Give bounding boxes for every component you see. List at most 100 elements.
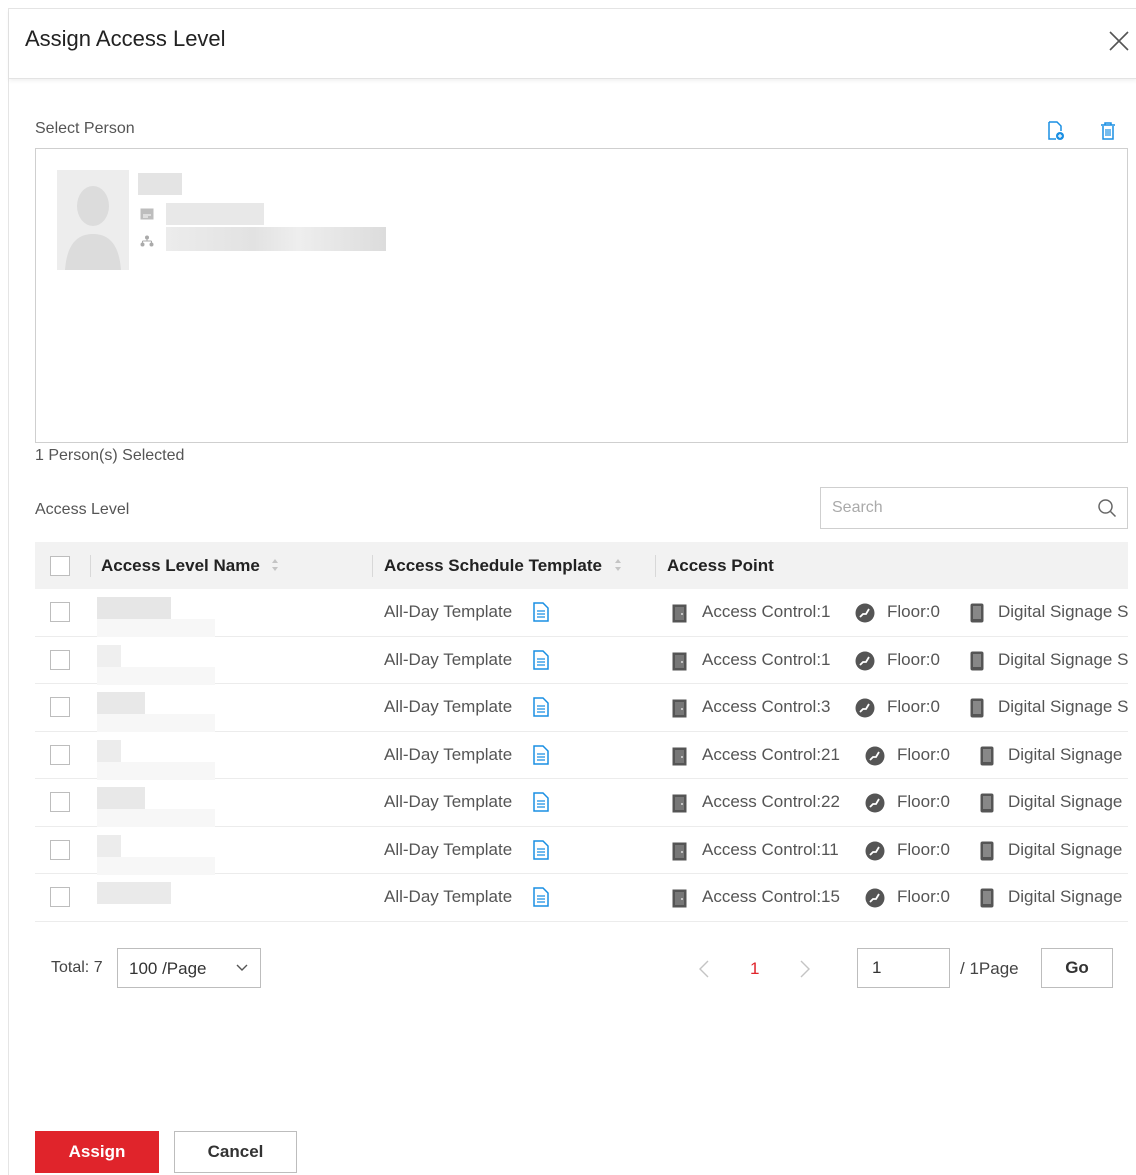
table-row[interactable]: All-Day Template Access Control:1 Floor:0 D… [35,589,1128,637]
page-size-select[interactable]: 100 /Page [117,948,261,988]
table-row[interactable]: All-Day Template Access Control:11 Floor:0… [35,827,1128,875]
table-row[interactable]: All-Day Template Access Control:21 Floor:0… [35,732,1128,780]
floor-icon [865,793,885,813]
access-control-device-icon [672,652,687,670]
digital-signage-icon [970,651,984,670]
row-checkbox[interactable] [50,697,70,717]
template-details-icon[interactable] [532,697,550,717]
search-input[interactable] [821,488,1081,528]
table-row[interactable]: All-Day Template Access Control:1 Floor:0 D… [35,637,1128,685]
floor-text: Floor:0 [897,839,950,859]
access-level-name-redacted [97,787,145,809]
schedule-template-text: All-Day Template [384,602,513,621]
floor-text: Floor:0 [887,649,940,669]
floor-icon [855,603,875,623]
selected-person-panel [35,148,1128,443]
row-checkbox[interactable] [50,839,70,860]
access-control-device-icon [672,842,687,860]
digital-signage-text: Digital Signage S [998,649,1128,669]
access-control-text: Access Control:1 [702,649,831,669]
digital-signage-text: Digital Signage [1008,792,1123,811]
page-count: / 1Page [960,959,1019,978]
select-all-checkbox[interactable] [50,556,70,576]
id-card-icon [140,208,154,220]
row-checkbox[interactable] [50,792,70,812]
sort-icon[interactable] [614,558,622,572]
digital-signage-text: Digital Signage S [998,602,1128,621]
template-details-icon[interactable] [532,744,550,765]
template-details-icon[interactable] [532,649,550,670]
row-checkbox[interactable] [50,744,70,765]
digital-signage-icon [980,746,994,765]
row-checkbox[interactable] [50,649,70,670]
next-page-icon[interactable] [799,960,811,978]
page-size-value: 100 /Page [129,959,207,978]
person-name-redacted [138,173,182,195]
search-icon[interactable] [1097,498,1117,518]
go-button[interactable]: Go [1041,948,1113,988]
person-silhouette-icon [65,186,121,270]
template-details-icon[interactable] [532,839,550,860]
access-level-name-redacted [97,597,171,619]
selected-count: 1 Person(s) Selected [35,447,185,464]
access-control-device-icon [672,604,687,623]
schedule-template-text: All-Day Template [384,792,513,811]
dialog-header: Assign Access Level [9,9,1136,79]
column-divider [372,555,373,577]
select-person-label: Select Person [35,120,135,137]
floor-text: Floor:0 [897,792,950,811]
schedule-template-text: All-Day Template [384,839,513,859]
current-page[interactable]: 1 [750,959,759,979]
template-details-icon[interactable] [532,887,550,907]
column-header-access-schedule-template[interactable]: Access Schedule Template [384,556,602,576]
template-details-icon[interactable] [532,602,550,622]
access-level-name-redacted [97,856,215,875]
close-icon[interactable] [1107,29,1131,53]
digital-signage-text: Digital Signage [1008,839,1123,859]
pagination-total: Total: 7 [51,959,103,976]
access-level-name-redacted [97,834,121,857]
digital-signage-text: Digital Signage [1008,887,1123,906]
access-level-name-redacted [97,692,145,714]
template-details-icon[interactable] [532,792,550,812]
page-jump-field[interactable] [857,948,950,988]
table-header: Access Level Name Access Schedule Templa… [35,542,1128,589]
access-level-name-redacted [97,666,215,685]
digital-signage-text: Digital Signage S [998,697,1128,716]
access-level-name-redacted [97,644,121,667]
avatar [57,170,129,270]
column-divider [90,555,91,577]
floor-text: Floor:0 [887,602,940,621]
access-control-text: Access Control:22 [702,792,840,811]
person-id-redacted [166,203,264,225]
row-checkbox[interactable] [50,887,70,907]
table-row[interactable]: All-Day Template Access Control:22 Floor:0… [35,779,1128,827]
organization-icon [140,235,154,247]
floor-text: Floor:0 [887,697,940,716]
digital-signage-icon [970,603,984,623]
assign-button[interactable]: Assign [35,1131,159,1173]
access-level-name-redacted [97,882,171,904]
cancel-button[interactable]: Cancel [174,1131,297,1173]
digital-signage-text: Digital Signage [1008,744,1123,764]
table-row[interactable]: All-Day Template Access Control:3 Floor:0 D… [35,684,1128,732]
access-control-text: Access Control:15 [702,887,840,906]
access-control-text: Access Control:11 [702,839,839,859]
access-level-table: Access Level Name Access Schedule Templa… [35,542,1128,930]
table-row[interactable]: All-Day Template Access Control:15 Floor:0… [35,874,1128,922]
schedule-template-text: All-Day Template [384,649,513,669]
person-organization-redacted [166,227,386,251]
digital-signage-icon [980,793,994,813]
floor-text: Floor:0 [897,887,950,906]
access-level-name-redacted [97,761,215,780]
row-checkbox[interactable] [50,602,70,622]
search-field[interactable] [820,487,1128,529]
sort-icon[interactable] [271,558,279,572]
prev-page-icon[interactable] [698,960,710,978]
column-header-access-level-name[interactable]: Access Level Name [101,556,260,576]
delete-icon[interactable] [1099,121,1117,141]
page-jump-input[interactable] [858,949,946,987]
add-person-icon[interactable] [1047,121,1065,141]
access-control-device-icon [672,794,687,813]
access-control-text: Access Control:21 [702,744,840,764]
